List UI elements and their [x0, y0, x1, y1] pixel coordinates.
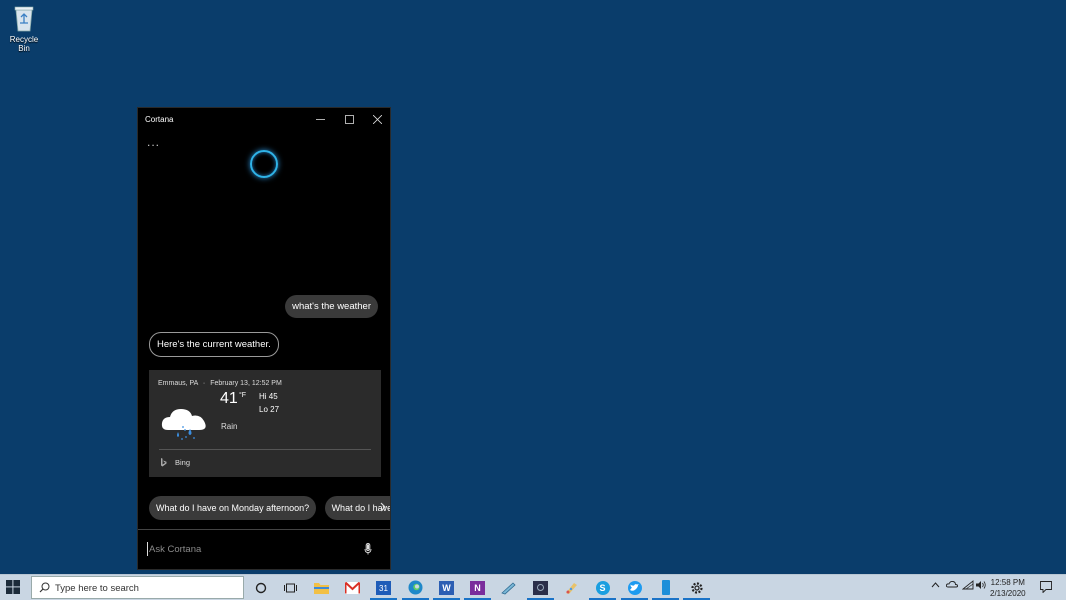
volume-icon[interactable] [976, 580, 987, 592]
start-button[interactable] [6, 580, 20, 599]
user-message: what's the weather [285, 295, 378, 318]
search-icon [39, 582, 50, 593]
search-placeholder: Type here to search [55, 583, 139, 594]
bing-icon [161, 458, 167, 467]
suggestion-chips: What do I have on Monday afternoon? What… [149, 496, 390, 522]
onedrive-icon[interactable] [945, 580, 959, 590]
phone-icon[interactable] [652, 579, 679, 600]
weather-location-line: Emmaus, PA · February 13, 12:52 PM [158, 380, 282, 387]
notification-icon[interactable] [1040, 580, 1052, 598]
cortana-message: Here's the current weather. [149, 332, 279, 357]
input-divider [138, 529, 390, 530]
app-icon[interactable] [527, 579, 554, 600]
ask-cortana-input[interactable] [147, 542, 349, 556]
cortana-ring-icon [250, 150, 278, 178]
minimize-button[interactable] [306, 111, 334, 127]
word-icon[interactable]: W [433, 579, 460, 600]
onenote-icon[interactable]: N [464, 579, 491, 600]
skype-icon[interactable]: S [589, 579, 616, 600]
taskbar: Type here to search 31 W N S 12:58 PM 2/… [0, 574, 1066, 600]
temp-low: Lo 27 [259, 405, 280, 414]
snip-icon[interactable] [500, 579, 517, 596]
suggestion-chip[interactable]: What do I have on Monday afternoon? [149, 496, 317, 520]
twitter-icon[interactable] [621, 579, 648, 600]
card-divider [159, 449, 371, 450]
chevron-up-icon[interactable] [931, 580, 940, 590]
calendar-day: 31 [376, 580, 391, 595]
window-title: Cortana [145, 115, 174, 124]
cortana-circle-icon[interactable] [252, 579, 269, 596]
weather-location: Emmaus, PA [158, 380, 198, 387]
chevron-right-icon[interactable] [380, 501, 386, 515]
edge-icon[interactable] [402, 579, 429, 600]
maximize-icon [344, 114, 354, 124]
rain-cloud-icon [160, 402, 210, 447]
close-icon [372, 114, 382, 124]
weather-card[interactable]: Emmaus, PA · February 13, 12:52 PM 41 °F… [149, 370, 381, 477]
calendar-icon[interactable]: 31 [370, 579, 397, 600]
network-icon[interactable] [961, 580, 974, 592]
recycle-bin-icon [13, 4, 35, 32]
weather-datetime: February 13, 12:52 PM [210, 380, 282, 387]
temperature-unit: °F [239, 392, 247, 399]
more-options-button[interactable]: ... [147, 135, 160, 149]
temp-high: Hi 45 [259, 392, 278, 401]
task-view-icon[interactable] [282, 579, 299, 596]
bing-attribution[interactable]: Bing [160, 458, 190, 467]
recycle-bin-label: Recycle Bin [9, 35, 39, 53]
close-button[interactable] [363, 111, 391, 127]
cortana-window: Cortana ... what's the weather Here's th… [137, 107, 391, 570]
taskbar-search[interactable]: Type here to search [31, 576, 244, 599]
weather-condition: Rain [221, 422, 238, 431]
windows-logo-icon [6, 580, 20, 594]
file-explorer-icon[interactable] [313, 579, 330, 596]
maximize-button[interactable] [335, 111, 363, 127]
settings-icon[interactable] [683, 579, 710, 600]
clock-date: 2/13/2020 [990, 589, 1026, 598]
temperature: 41 [220, 390, 238, 407]
minimize-icon [315, 118, 325, 120]
clock[interactable]: 12:58 PM 2/13/2020 [990, 577, 1026, 599]
paint-icon[interactable] [563, 579, 580, 596]
title-bar[interactable]: Cortana [138, 108, 390, 130]
weather-separator: · [202, 380, 206, 387]
gmail-icon[interactable] [344, 579, 361, 596]
clock-time: 12:58 PM [990, 578, 1025, 587]
recycle-bin[interactable]: Recycle Bin [4, 4, 44, 53]
bing-label: Bing [175, 458, 191, 467]
microphone-icon[interactable] [364, 542, 372, 560]
